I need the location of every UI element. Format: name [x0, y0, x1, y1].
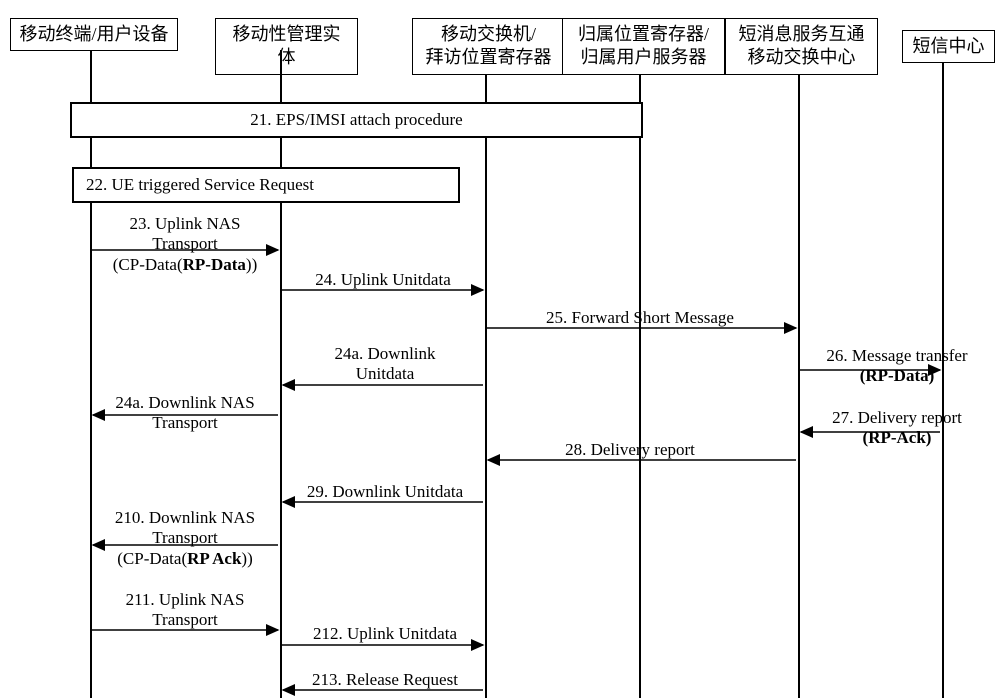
label-29: 29. Downlink Unitdata	[290, 482, 480, 502]
label-24a: 24a. Downlink Unitdata	[310, 344, 460, 385]
participant-smsc: 短信中心	[902, 30, 995, 63]
lifeline-ue	[90, 50, 92, 698]
msg-22: 22. UE triggered Service Request	[72, 167, 460, 203]
participant-smsiw-l2: 移动交换中心	[748, 47, 856, 67]
lifeline-hlr-hss	[639, 75, 641, 698]
label-211: 211. Uplink NAS Transport	[105, 590, 265, 631]
lifeline-mme	[280, 50, 282, 698]
participant-smsiw: 短消息服务互通 移动交换中心	[725, 18, 878, 75]
participant-hlr-hss: 归属位置寄存器/ 归属用户服务器	[562, 18, 725, 75]
label-212: 212. Uplink Unitdata	[290, 624, 480, 644]
participant-msc-vlr-l2: 拜访位置寄存器	[426, 47, 552, 67]
participant-smsiw-l1: 短消息服务互通	[739, 24, 865, 44]
label-28: 28. Delivery report	[530, 440, 730, 460]
label-210: 210. Downlink NAS Transport (CP-Data(RP …	[95, 508, 275, 569]
participant-hlr-hss-l1: 归属位置寄存器/	[578, 24, 709, 44]
msg-21: 21. EPS/IMSI attach procedure	[70, 102, 643, 138]
label-23: 23. Uplink NAS Transport (CP-Data(RP-Dat…	[100, 214, 270, 275]
label-213: 213. Release Request	[290, 670, 480, 690]
label-24: 24. Uplink Unitdata	[298, 270, 468, 290]
participant-ue: 移动终端/用户设备	[10, 18, 178, 51]
label-24a-nas: 24a. Downlink NAS Transport	[95, 393, 275, 434]
participant-msc-vlr: 移动交换机/ 拜访位置寄存器	[412, 18, 565, 75]
lifeline-msc-vlr	[485, 75, 487, 698]
participant-msc-vlr-l1: 移动交换机/	[441, 24, 536, 44]
participant-hlr-hss-l2: 归属用户服务器	[581, 47, 707, 67]
participant-mme: 移动性管理实体	[215, 18, 358, 75]
label-26: 26. Message transfer (RP-Data)	[812, 346, 982, 387]
lifeline-smsiw	[798, 75, 800, 698]
label-27: 27. Delivery report (RP-Ack)	[812, 408, 982, 449]
label-25: 25. Forward Short Message	[500, 308, 780, 328]
